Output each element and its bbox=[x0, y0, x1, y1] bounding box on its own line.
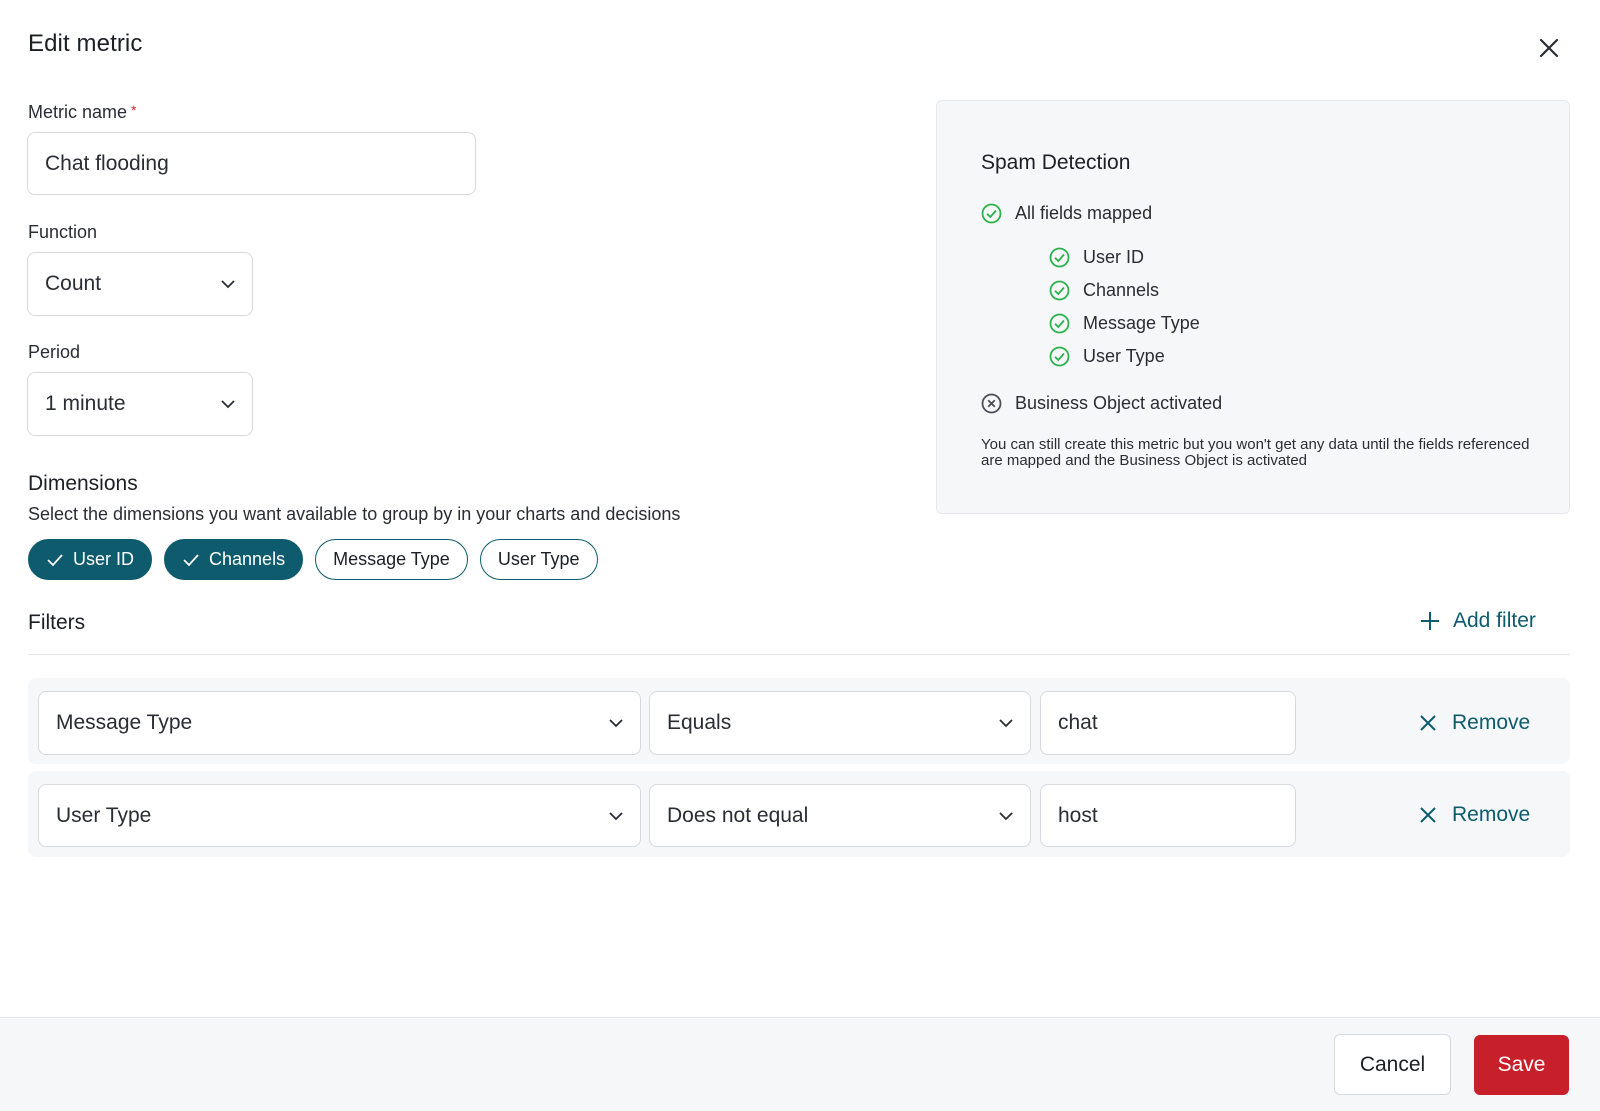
check-icon bbox=[183, 553, 199, 566]
add-filter-label: Add filter bbox=[1453, 609, 1536, 632]
period-select[interactable]: 1 minute bbox=[27, 372, 253, 436]
plus-icon bbox=[1421, 612, 1439, 630]
business-object-status-text: Business Object activated bbox=[1015, 393, 1223, 413]
field-status-item: User ID bbox=[1049, 247, 1144, 268]
close-button[interactable] bbox=[1535, 34, 1563, 62]
filter-value-text: host bbox=[1058, 803, 1098, 827]
filter-value-input[interactable]: host bbox=[1040, 784, 1296, 847]
dimensions-title: Dimensions bbox=[28, 472, 138, 495]
check-circle-icon bbox=[981, 203, 1002, 224]
modal-footer: Cancel Save bbox=[0, 1017, 1600, 1111]
check-circle-icon bbox=[1049, 346, 1070, 367]
metric-name-label-text: Metric name bbox=[28, 102, 128, 122]
x-circle-icon bbox=[981, 393, 1002, 414]
add-filter-button[interactable]: Add filter bbox=[1419, 609, 1536, 633]
chip-user-id[interactable]: User ID bbox=[28, 539, 153, 580]
close-icon bbox=[1420, 807, 1436, 823]
chevron-down-icon bbox=[609, 811, 623, 820]
field-name: User ID bbox=[1083, 247, 1145, 267]
filter-value-input[interactable]: chat bbox=[1040, 691, 1296, 755]
filter-operator-select[interactable]: Equals bbox=[649, 691, 1031, 755]
filter-operator-value: Equals bbox=[667, 711, 732, 734]
fields-status: All fields mapped bbox=[981, 203, 1152, 224]
check-circle-icon bbox=[1049, 313, 1070, 334]
cancel-button[interactable]: Cancel bbox=[1334, 1034, 1451, 1095]
filter-field-value: User Type bbox=[56, 803, 152, 827]
filter-field-value: Message Type bbox=[56, 711, 193, 734]
chevron-down-icon bbox=[221, 280, 235, 289]
panel-note: You can still create this metric but you… bbox=[981, 436, 1530, 469]
filter-field-select[interactable]: User Type bbox=[38, 784, 641, 847]
filters-divider bbox=[28, 654, 1570, 655]
spam-detection-panel: Spam Detection All fields mapped User ID… bbox=[936, 100, 1570, 514]
chip-label: Message Type bbox=[333, 549, 450, 569]
save-button[interactable]: Save bbox=[1474, 1035, 1569, 1095]
function-select[interactable]: Count bbox=[27, 252, 253, 316]
field-name: Message Type bbox=[1083, 313, 1200, 333]
chip-label: User ID bbox=[73, 549, 135, 569]
metric-name-value: Chat flooding bbox=[45, 151, 169, 175]
chip-channels[interactable]: Channels bbox=[164, 539, 304, 580]
period-label: Period bbox=[28, 342, 81, 362]
field-name: Channels bbox=[1083, 280, 1160, 300]
field-name: User Type bbox=[1083, 346, 1165, 366]
filter-operator-select[interactable]: Does not equal bbox=[649, 784, 1031, 847]
check-icon bbox=[47, 553, 63, 566]
dimension-chips: User ID Channels Message Type User Type bbox=[28, 539, 598, 580]
chip-message-type[interactable]: Message Type bbox=[315, 539, 468, 580]
required-marker: * bbox=[131, 102, 137, 118]
close-icon bbox=[1420, 715, 1436, 731]
chip-user-type[interactable]: User Type bbox=[479, 539, 598, 580]
remove-label: Remove bbox=[1452, 803, 1531, 826]
close-icon bbox=[1539, 38, 1559, 58]
metric-name-input[interactable]: Chat flooding bbox=[27, 132, 476, 195]
fields-status-text: All fields mapped bbox=[1015, 203, 1153, 223]
chip-label: Channels bbox=[209, 549, 286, 569]
filter-value-text: chat bbox=[1058, 711, 1098, 734]
modal-title: Edit metric bbox=[28, 30, 143, 57]
remove-filter-button[interactable]: Remove bbox=[1419, 711, 1530, 735]
filters-title: Filters bbox=[28, 611, 86, 634]
filter-operator-value: Does not equal bbox=[667, 803, 809, 827]
filter-field-select[interactable]: Message Type bbox=[38, 691, 641, 755]
remove-label: Remove bbox=[1452, 711, 1531, 734]
panel-title: Spam Detection bbox=[981, 151, 1131, 174]
business-object-status: Business Object activated bbox=[981, 393, 1222, 414]
check-circle-icon bbox=[1049, 280, 1070, 301]
function-value: Count bbox=[45, 272, 102, 295]
field-status-item: Message Type bbox=[1049, 313, 1200, 334]
period-value: 1 minute bbox=[45, 392, 126, 415]
remove-filter-button[interactable]: Remove bbox=[1419, 803, 1530, 827]
field-status-item: Channels bbox=[1049, 280, 1159, 301]
metric-name-label: Metric name * bbox=[28, 102, 136, 123]
field-status-item: User Type bbox=[1049, 346, 1165, 367]
chip-label: User Type bbox=[497, 549, 580, 569]
chevron-down-icon bbox=[609, 719, 623, 728]
chevron-down-icon bbox=[999, 719, 1013, 728]
check-circle-icon bbox=[1049, 247, 1070, 268]
chevron-down-icon bbox=[999, 811, 1013, 820]
dimensions-helper: Select the dimensions you want available… bbox=[28, 504, 681, 524]
chevron-down-icon bbox=[221, 400, 235, 409]
function-label: Function bbox=[28, 222, 98, 242]
